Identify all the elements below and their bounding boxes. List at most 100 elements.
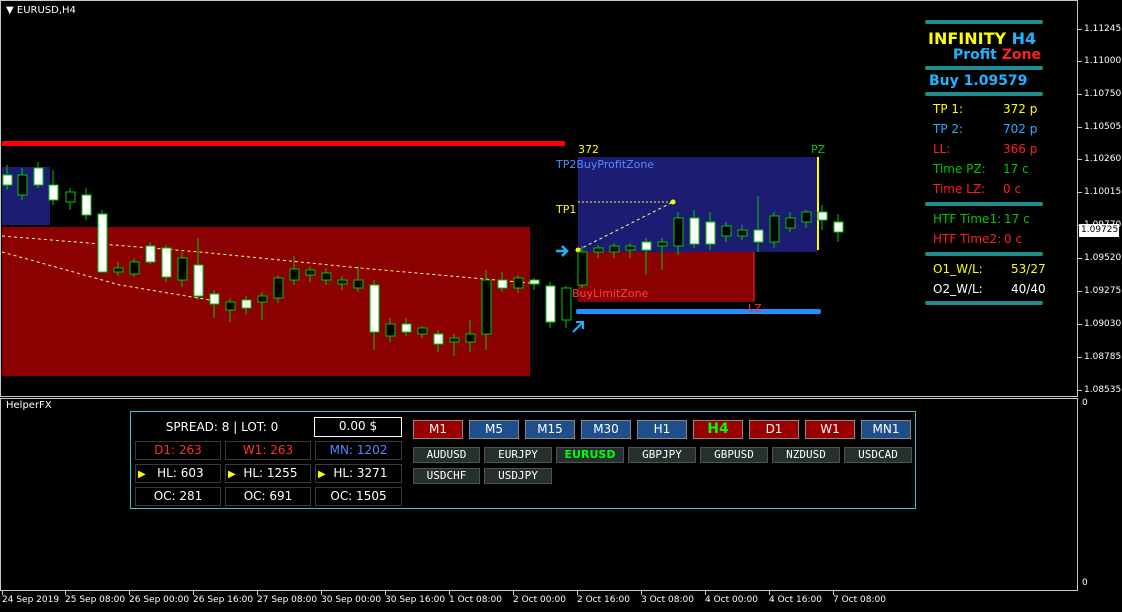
title-timeframe: H4 bbox=[1011, 29, 1037, 48]
signal-text: Buy 1.09579 bbox=[929, 73, 1028, 89]
candle-body bbox=[177, 257, 188, 281]
price-tick bbox=[1078, 324, 1082, 325]
hl-monthly-text: HL: 3271 bbox=[333, 466, 388, 480]
candle-body bbox=[497, 279, 508, 289]
candle-body bbox=[17, 174, 28, 196]
price-label: 1.11000 bbox=[1084, 56, 1122, 66]
play-icon[interactable]: ▶ bbox=[228, 469, 236, 480]
tp1-row-label: TP 1: bbox=[933, 102, 964, 116]
tf-button-d1[interactable]: D1 bbox=[749, 420, 799, 439]
candle-body bbox=[241, 299, 252, 309]
tf-button-w1[interactable]: W1 bbox=[805, 420, 855, 439]
candle-body bbox=[289, 268, 300, 281]
symbol-button-gbpjpy[interactable]: GBPJPY bbox=[628, 447, 696, 463]
price-label: 1.10750 bbox=[1084, 89, 1122, 99]
dropdown-icon[interactable]: ▼ bbox=[6, 5, 14, 16]
time-label: 26 Sep 16:00 bbox=[193, 595, 254, 605]
symbol-button-usdcad[interactable]: USDCAD bbox=[844, 447, 912, 463]
o2-wl-value: 40/40 bbox=[1011, 282, 1046, 296]
htf-time2-label: HTF Time2: bbox=[933, 232, 1002, 246]
panel-divider-3 bbox=[925, 92, 1043, 96]
symbol-button-nzdusd[interactable]: NZDUSD bbox=[772, 447, 840, 463]
time-label: 30 Sep 00:00 bbox=[321, 595, 382, 605]
time-pz-row-label: Time PZ: bbox=[933, 162, 986, 176]
price-label: 1.10260 bbox=[1084, 154, 1122, 164]
candle-body bbox=[769, 215, 780, 243]
price-tick bbox=[1078, 357, 1082, 358]
candle-body bbox=[97, 213, 108, 273]
ll-row-value: 366 p bbox=[1003, 142, 1038, 156]
candle-body bbox=[145, 245, 156, 263]
candle-body bbox=[561, 287, 572, 321]
tp1-point bbox=[670, 199, 676, 205]
tf-button-m1[interactable]: M1 bbox=[413, 420, 463, 439]
price-label: 1.09030 bbox=[1084, 319, 1122, 329]
pips-label: 372 bbox=[578, 143, 599, 156]
tf-button-m30[interactable]: M30 bbox=[581, 420, 631, 439]
tf-button-mn1[interactable]: MN1 bbox=[861, 420, 911, 439]
price-tick bbox=[1078, 291, 1082, 292]
panel-divider-6 bbox=[925, 301, 1043, 305]
candle-body bbox=[465, 333, 476, 343]
panel-divider-5 bbox=[925, 252, 1043, 256]
symbol-button-eurusd[interactable]: EURUSD bbox=[556, 447, 624, 463]
candle-body bbox=[369, 284, 380, 333]
subwindow-scale-top: 0 bbox=[1082, 398, 1088, 408]
price-label: 1.09520 bbox=[1084, 253, 1122, 263]
candle-body bbox=[481, 279, 492, 335]
hl-weekly-text: HL: 1255 bbox=[243, 466, 298, 480]
red-level-line bbox=[2, 141, 565, 146]
candle-body bbox=[641, 241, 652, 251]
oc-monthly: OC: 1505 bbox=[315, 487, 402, 506]
price-tick bbox=[1078, 258, 1082, 259]
candle-body bbox=[161, 247, 172, 278]
oc-daily: OC: 281 bbox=[135, 487, 221, 506]
play-icon[interactable]: ▶ bbox=[138, 469, 146, 480]
time-label: 2 Oct 00:00 bbox=[513, 595, 566, 605]
panel-title: INFINITY H4 bbox=[928, 29, 1036, 48]
symbol-label: ▼ EURUSD,H4 bbox=[6, 5, 76, 16]
mn-range: MN: 1202 bbox=[315, 441, 402, 460]
candle-body bbox=[705, 221, 716, 245]
subtitle-zone: Zone bbox=[1001, 47, 1041, 63]
tf-button-h4[interactable]: H4 bbox=[693, 420, 743, 439]
candle-body bbox=[545, 285, 556, 323]
htf-time1-value: 17 c bbox=[1004, 212, 1030, 226]
candle-body bbox=[225, 301, 236, 311]
time-label: 24 Sep 2019 bbox=[2, 595, 60, 605]
price-label: 1.11245 bbox=[1084, 24, 1122, 34]
hl-monthly: ▶ HL: 3271 bbox=[315, 464, 402, 483]
tf-button-m15[interactable]: M15 bbox=[525, 420, 575, 439]
play-icon[interactable]: ▶ bbox=[318, 469, 326, 480]
candle-body bbox=[321, 272, 332, 281]
candle-body bbox=[721, 225, 732, 237]
candle-body bbox=[785, 217, 796, 229]
d1-range: D1: 263 bbox=[135, 441, 221, 460]
time-label: 27 Sep 08:00 bbox=[257, 595, 318, 605]
symbol-button-audusd[interactable]: AUDUSD bbox=[413, 447, 480, 463]
tf-button-h1[interactable]: H1 bbox=[637, 420, 687, 439]
price-tick bbox=[1078, 29, 1082, 30]
subwindow-label: HelperFX bbox=[6, 400, 52, 411]
symbol-button-gbpusd[interactable]: GBPUSD bbox=[700, 447, 768, 463]
tp2-zone-label: TP2BuyProfitZone bbox=[556, 158, 655, 171]
price-tick bbox=[1078, 159, 1082, 160]
current-price-tag: 1.09725 bbox=[1079, 224, 1119, 237]
symbol-button-eurjpy[interactable]: EURJPY bbox=[484, 447, 552, 463]
candle-body bbox=[209, 293, 220, 305]
panel-subtitle: Profit Zone bbox=[953, 47, 1041, 63]
candle-body bbox=[817, 211, 828, 221]
symbol-button-usdchf[interactable]: USDCHF bbox=[413, 468, 480, 484]
tp2-row-value: 702 p bbox=[1003, 122, 1038, 136]
tf-button-m5[interactable]: M5 bbox=[469, 420, 519, 439]
candle-body bbox=[385, 323, 396, 337]
symbol-button-usdjpy[interactable]: USDJPY bbox=[484, 468, 552, 484]
price-tick bbox=[1078, 192, 1082, 193]
time-lz-row-value: 0 c bbox=[1003, 182, 1022, 196]
ll-row-label: LL: bbox=[933, 142, 951, 156]
candle-body bbox=[33, 167, 44, 186]
tp1-row-value: 372 p bbox=[1003, 102, 1038, 116]
candle-body bbox=[513, 277, 524, 289]
candle-body bbox=[401, 323, 412, 333]
candle-body bbox=[657, 241, 668, 247]
